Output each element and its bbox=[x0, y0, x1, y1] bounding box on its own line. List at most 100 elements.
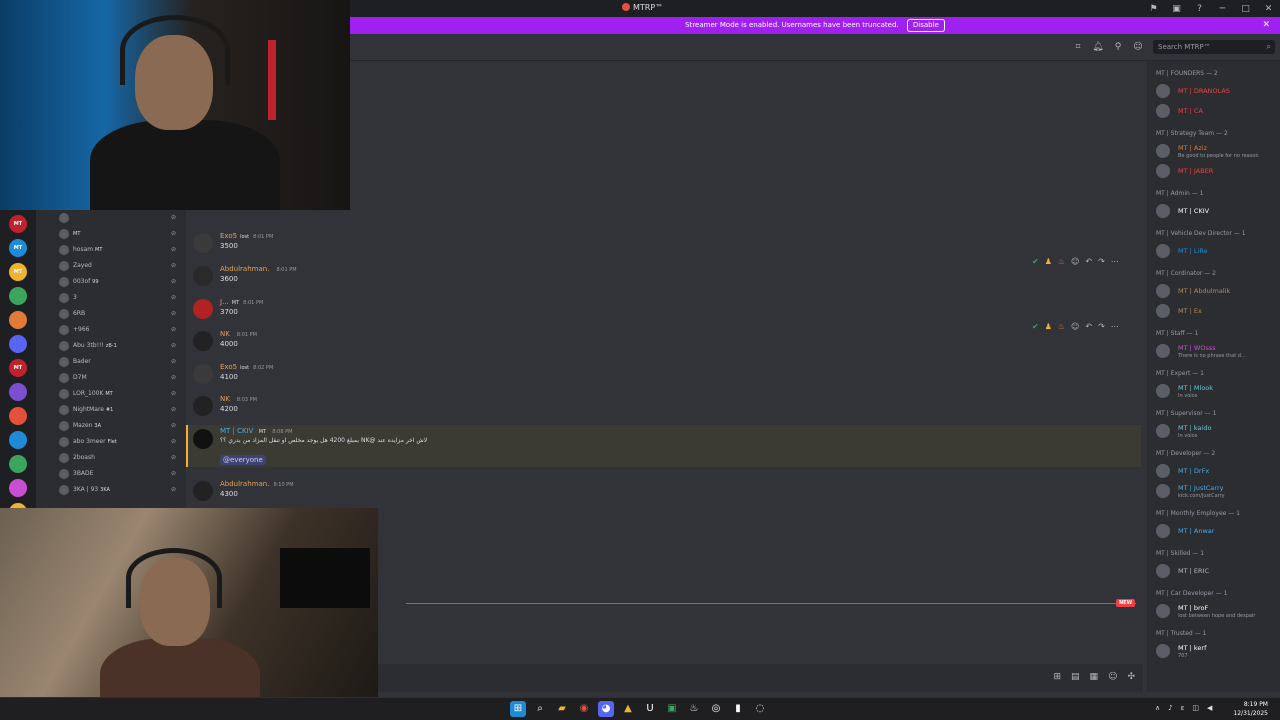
avatar[interactable] bbox=[59, 213, 69, 223]
message-author[interactable]: J... MT 8:01 PM bbox=[220, 298, 263, 306]
voice-user[interactable]: Mazen 3A ⊘ bbox=[36, 418, 186, 434]
member-item[interactable]: MT | CA bbox=[1147, 101, 1280, 121]
message-author[interactable]: Exo5 lost 8:01 PM bbox=[220, 232, 273, 240]
member-item[interactable]: MT | kaido In voice bbox=[1147, 421, 1280, 441]
bell-icon[interactable]: 🔔︎ bbox=[1092, 41, 1104, 53]
avatar[interactable] bbox=[59, 485, 69, 495]
voice-user[interactable]: Zayed ⊘ bbox=[36, 258, 186, 274]
banner-close-icon[interactable]: ✕ bbox=[1262, 17, 1270, 34]
member-item[interactable]: MT | DRANOLAS bbox=[1147, 81, 1280, 101]
disable-button[interactable]: Disable bbox=[906, 19, 945, 32]
voice-user[interactable]: abo 3meer Flet ⊘ bbox=[36, 434, 186, 450]
voice-user[interactable]: hosam MT ⊘ bbox=[36, 242, 186, 258]
avatar[interactable] bbox=[59, 389, 69, 399]
message[interactable]: Abdulrahman. 8:10 PM 4300 bbox=[186, 477, 1141, 509]
member-item[interactable]: MT | JABER bbox=[1147, 161, 1280, 181]
voice-user[interactable]: Bader ⊘ bbox=[36, 354, 186, 370]
author-name[interactable]: Abdulrahman. bbox=[220, 480, 269, 488]
avatar[interactable] bbox=[1156, 344, 1170, 358]
author-name[interactable]: Abdulrahman. bbox=[220, 265, 269, 273]
member-item[interactable]: MT | WOsss There is no phrase that d... bbox=[1147, 341, 1280, 361]
member-item[interactable]: MT | Abdulmalik bbox=[1147, 281, 1280, 301]
server-icon[interactable]: MT bbox=[9, 215, 27, 233]
server-icon[interactable] bbox=[9, 431, 27, 449]
voice-user[interactable]: NightMare #1 ⊘ bbox=[36, 402, 186, 418]
discord-icon[interactable]: ◕ bbox=[598, 701, 614, 717]
network-icon[interactable]: ◫ bbox=[1192, 704, 1199, 712]
avatar[interactable] bbox=[59, 357, 69, 367]
avatar[interactable] bbox=[1156, 564, 1170, 578]
avatar[interactable] bbox=[193, 429, 213, 449]
avatar[interactable] bbox=[1156, 244, 1170, 258]
message[interactable]: NK 8:01 PM 4000 bbox=[186, 327, 1141, 359]
avatar[interactable] bbox=[1156, 84, 1170, 98]
avatar[interactable] bbox=[1156, 284, 1170, 298]
avatar[interactable] bbox=[1156, 104, 1170, 118]
avatar[interactable] bbox=[193, 481, 213, 501]
avatar[interactable] bbox=[1156, 164, 1170, 178]
voice-user[interactable]: 3 ⊘ bbox=[36, 290, 186, 306]
voice-user[interactable]: 3KA | 93 3KA ⊘ bbox=[36, 482, 186, 498]
member-item[interactable]: MT | Anwar bbox=[1147, 521, 1280, 541]
gif-icon[interactable]: ▤ bbox=[1071, 672, 1080, 682]
message-author[interactable]: NK 8:01 PM bbox=[220, 330, 257, 338]
voice-user[interactable]: +966 ⊘ bbox=[36, 322, 186, 338]
message[interactable]: Exo5 lost 8:02 PM 4100 bbox=[186, 360, 1141, 392]
chrome-icon[interactable]: ◉ bbox=[576, 701, 592, 717]
message-author[interactable]: Abdulrahman. 8:10 PM bbox=[220, 480, 294, 488]
server-icon[interactable]: MT bbox=[9, 359, 27, 377]
message-input-area[interactable]: ⊞ ▤ ▦ ☺ ✣ bbox=[378, 664, 1143, 692]
member-item[interactable]: MT | CKIV bbox=[1147, 201, 1280, 221]
mic-icon[interactable]: ♪ bbox=[1168, 704, 1172, 712]
server-icon[interactable] bbox=[9, 335, 27, 353]
avatar[interactable] bbox=[1156, 304, 1170, 318]
start-icon[interactable]: ⊞ bbox=[510, 701, 526, 717]
avatar[interactable] bbox=[59, 437, 69, 447]
message[interactable]: Abdulrahman. 8:01 PM 3600 bbox=[186, 262, 1141, 294]
member-item[interactable]: MT | DrFx bbox=[1147, 461, 1280, 481]
message-author[interactable]: Exo5 lost 8:02 PM bbox=[220, 363, 273, 371]
app-icon-5[interactable]: ◌ bbox=[752, 701, 768, 717]
voice-user[interactable]: 3BADE ⊘ bbox=[36, 466, 186, 482]
avatar[interactable] bbox=[59, 469, 69, 479]
member-item[interactable]: MT | kerf 707 bbox=[1147, 641, 1280, 661]
app-icon-2[interactable]: U bbox=[642, 701, 658, 717]
app-icon-3[interactable]: ▣ bbox=[664, 701, 680, 717]
avatar[interactable] bbox=[193, 396, 213, 416]
stream-icon[interactable]: ▣ bbox=[1165, 4, 1188, 14]
voice-user[interactable]: 003of 99 ⊘ bbox=[36, 274, 186, 290]
server-icon[interactable]: MT bbox=[9, 239, 27, 257]
server-icon[interactable] bbox=[9, 287, 27, 305]
avatar[interactable] bbox=[1156, 424, 1170, 438]
avatar[interactable] bbox=[1156, 524, 1170, 538]
emoji-picker-icon[interactable]: ☺ bbox=[1108, 672, 1117, 682]
app-icon-4[interactable]: ▮ bbox=[730, 701, 746, 717]
author-name[interactable]: NK bbox=[220, 395, 230, 403]
close-window-button[interactable]: ✕ bbox=[1257, 4, 1280, 14]
member-item[interactable]: MT | JustCarry kick.com/JustCarry bbox=[1147, 481, 1280, 501]
language-icon[interactable]: ε bbox=[1181, 704, 1185, 712]
app-icon[interactable]: ▲ bbox=[620, 701, 636, 717]
taskbar-search-icon[interactable]: ⌕ bbox=[532, 701, 548, 717]
avatar[interactable] bbox=[59, 309, 69, 319]
member-item[interactable]: MT | Mlook In voice bbox=[1147, 381, 1280, 401]
avatar[interactable] bbox=[59, 245, 69, 255]
avatar[interactable] bbox=[193, 266, 213, 286]
server-icon[interactable] bbox=[9, 479, 27, 497]
pin-icon[interactable]: ⚲ bbox=[1112, 41, 1124, 53]
author-name[interactable]: J... bbox=[220, 298, 229, 306]
avatar[interactable] bbox=[59, 229, 69, 239]
author-name[interactable]: Exo5 bbox=[220, 363, 237, 371]
avatar[interactable] bbox=[193, 364, 213, 384]
help-icon[interactable]: ? bbox=[1188, 4, 1211, 14]
gift-icon[interactable]: ⊞ bbox=[1053, 672, 1061, 682]
avatar[interactable] bbox=[1156, 384, 1170, 398]
chevron-up-icon[interactable]: ∧ bbox=[1155, 704, 1160, 712]
steam-icon[interactable]: ♨ bbox=[686, 701, 702, 717]
member-item[interactable]: MT | ERIC bbox=[1147, 561, 1280, 581]
voice-user[interactable]: Abu 3tb!!! zB-1 ⊘ bbox=[36, 338, 186, 354]
avatar[interactable] bbox=[193, 299, 213, 319]
threads-icon[interactable]: ⌗ bbox=[1072, 41, 1084, 53]
avatar[interactable] bbox=[1156, 464, 1170, 478]
avatar[interactable] bbox=[59, 373, 69, 383]
